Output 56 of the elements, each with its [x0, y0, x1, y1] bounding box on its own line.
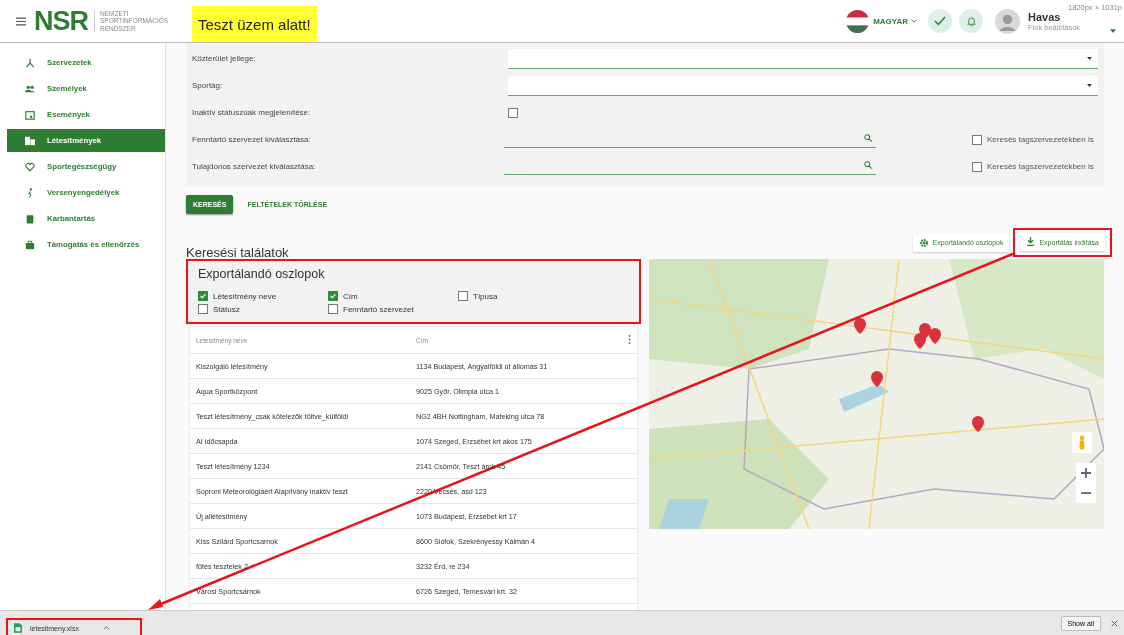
download-icon — [1026, 237, 1036, 247]
flag-icon — [846, 9, 870, 33]
search-field[interactable] — [504, 158, 876, 175]
checkbox[interactable] — [198, 304, 208, 314]
filter-label: Inaktív státuszúak megjelenítése: — [192, 108, 312, 117]
calendar-icon — [25, 109, 35, 120]
filter-label: Sportág: — [192, 81, 224, 90]
notifications-button[interactable] — [959, 9, 983, 33]
chevron-up-icon — [102, 626, 110, 630]
filter-label: Közterület jellege: — [192, 54, 257, 63]
checkbox[interactable] — [328, 304, 338, 314]
plus-icon — [1081, 468, 1091, 478]
more-options-icon[interactable] — [628, 335, 631, 344]
bell-icon — [965, 15, 977, 27]
user-name: Havas — [1028, 10, 1062, 23]
spreadsheet-file-icon — [14, 623, 22, 633]
search-field[interactable] — [504, 131, 876, 148]
checkbox[interactable] — [458, 291, 468, 301]
checkbox[interactable] — [972, 161, 982, 172]
checkbox-label: Keresés tagszervezetekben is — [987, 135, 1094, 144]
dropdown-field[interactable] — [508, 48, 1098, 69]
caret-icon — [1087, 56, 1092, 60]
people-icon — [25, 83, 35, 94]
close-icon[interactable] — [1111, 619, 1118, 627]
chevron-down-icon — [911, 19, 917, 23]
settings-icon — [918, 237, 929, 248]
checkbox-label: Típusa — [473, 291, 498, 301]
checkbox[interactable] — [972, 134, 982, 145]
building-icon — [25, 135, 35, 146]
results-title: Keresési találatok — [186, 245, 289, 260]
dropdown-field[interactable] — [508, 75, 1098, 96]
avatar-icon[interactable] — [995, 8, 1020, 34]
checkbox-label: Fenntartó szervezet — [343, 304, 414, 314]
hierarchy-icon — [25, 57, 35, 68]
caret-icon — [1087, 83, 1092, 87]
filter-label: Tulajdonos szervezet kiválasztása: — [192, 162, 317, 171]
heart-icon — [25, 161, 35, 172]
checkbox-label: Cím — [343, 291, 358, 301]
checkmark-icon — [934, 16, 946, 26]
filter-label: Fenntartó szervezet kiválasztása: — [192, 135, 312, 144]
checkbox[interactable] — [198, 291, 208, 301]
caret-icon[interactable] — [1110, 28, 1116, 33]
briefcase-icon — [25, 239, 35, 250]
checkbox[interactable] — [328, 291, 338, 301]
menu-icon[interactable] — [16, 16, 26, 26]
logo: NSR — [34, 5, 88, 37]
search-icon — [864, 134, 872, 142]
checkbox-label: Létesítmény neve — [213, 291, 277, 301]
language-selector[interactable]: MAGYAR — [869, 16, 921, 26]
test-mode-banner: Teszt üzem alatt! — [192, 6, 317, 41]
panel-title: Exportálandó oszlopok — [198, 267, 326, 281]
checkbox-label: Státusz — [213, 304, 240, 314]
check-button[interactable] — [928, 9, 952, 33]
search-icon — [864, 161, 872, 169]
checkbox[interactable] — [508, 107, 518, 118]
checkbox-label: Keresés tagszervezetekben is — [987, 162, 1094, 171]
